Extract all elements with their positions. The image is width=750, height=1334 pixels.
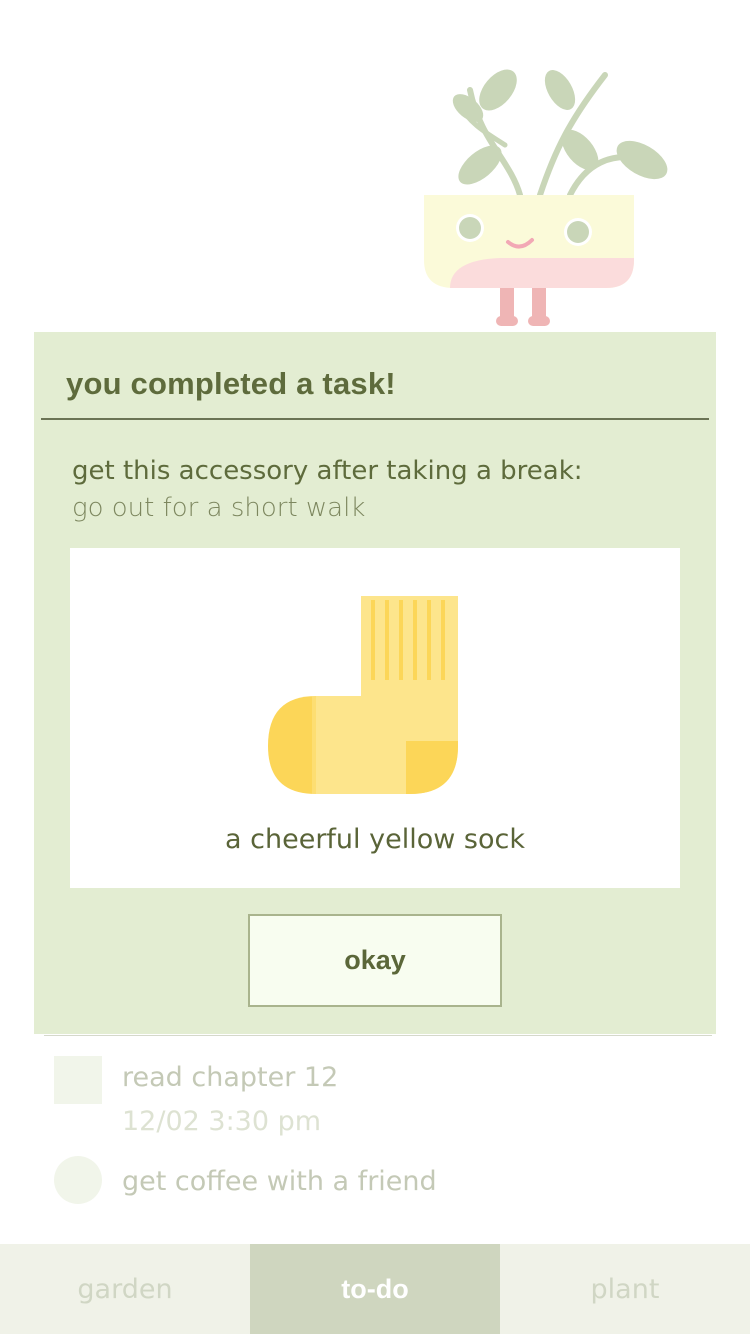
reward-name: a cheerful yellow sock bbox=[225, 824, 525, 855]
task-title[interactable]: read chapter 12 bbox=[122, 1062, 338, 1093]
break-activity: go out for a short walk bbox=[72, 493, 366, 523]
list-divider bbox=[44, 1035, 712, 1036]
tab-to-do[interactable]: to-do bbox=[250, 1244, 500, 1334]
task-checkbox[interactable] bbox=[54, 1056, 102, 1104]
modal-divider bbox=[41, 418, 709, 420]
plant-mascot-illustration bbox=[410, 50, 690, 340]
reward-card: a cheerful yellow sock bbox=[70, 548, 680, 888]
tab-plant[interactable]: plant bbox=[500, 1244, 750, 1334]
tab-garden[interactable]: garden bbox=[0, 1244, 250, 1334]
accessory-instruction: get this accessory after taking a break: bbox=[72, 456, 583, 486]
task-date: 12/02 3:30 pm bbox=[122, 1106, 322, 1137]
task-completed-modal: you completed a task! get this accessory… bbox=[34, 332, 716, 1034]
okay-button[interactable]: okay bbox=[248, 914, 502, 1007]
bottom-tab-bar: garden to-do plant bbox=[0, 1244, 750, 1334]
modal-title: you completed a task! bbox=[66, 366, 396, 401]
task-title[interactable]: get coffee with a friend bbox=[122, 1166, 437, 1197]
task-checkbox[interactable] bbox=[54, 1156, 102, 1204]
yellow-sock-icon bbox=[268, 596, 460, 796]
